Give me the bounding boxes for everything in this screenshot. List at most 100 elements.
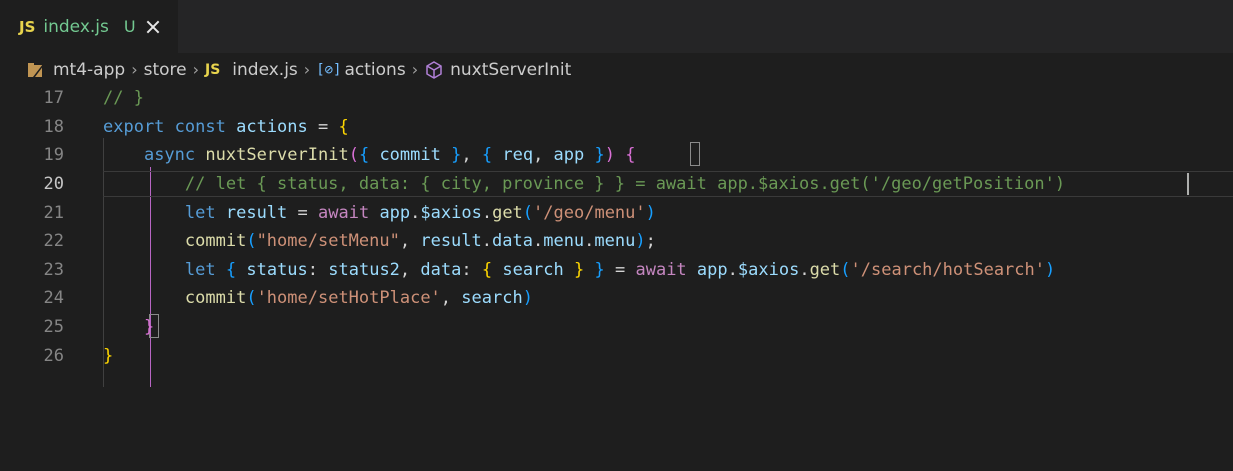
tab-index-js[interactable]: JS index.js U (0, 0, 178, 53)
line-number: 18 (43, 116, 64, 137)
code-token: menu (543, 231, 585, 252)
code-token: . (481, 202, 493, 223)
breadcrumb-item-actions[interactable]: actions (345, 60, 406, 80)
code-text: async nuxtServerInit({ commit }, { req, … (103, 145, 636, 165)
code-token: get (492, 202, 523, 223)
line-number: 26 (43, 345, 64, 366)
code-token: , (533, 145, 554, 166)
line-number: 20 (43, 174, 64, 195)
code-token: { (225, 259, 237, 280)
code-token: } (574, 259, 585, 280)
breadcrumb-item-store[interactable]: store (144, 60, 187, 80)
code-token: ( (840, 259, 851, 280)
code-token: menu (594, 231, 636, 252)
code-token: = (307, 116, 339, 137)
code-line[interactable]: 20 // let { status, data: { city, provin… (0, 170, 1233, 199)
code-token: data (492, 231, 533, 252)
code-text: } (103, 317, 154, 337)
code-token: app (696, 259, 728, 280)
code-line[interactable]: 24 commit('home/setHotPlace', search) (0, 284, 1233, 313)
code-token: . (584, 231, 595, 252)
code-token: } (594, 145, 605, 166)
code-line[interactable]: 18 export const actions = { (0, 113, 1233, 142)
code-token: . (532, 231, 544, 252)
code-line[interactable]: 26} (0, 341, 1233, 370)
code-line[interactable]: 17 // } (0, 84, 1233, 113)
tab-filename: index.js (43, 16, 109, 37)
code-token: '/search/hotSearch' (850, 259, 1045, 280)
code-token: 'home/setHotPlace' (256, 288, 441, 309)
code-token: result (420, 231, 482, 252)
chevron-right-icon: › (192, 60, 199, 79)
code-token: = (604, 259, 636, 280)
code-line[interactable]: 25 } (0, 313, 1233, 342)
code-text: // } (103, 88, 144, 108)
code-line[interactable]: 19 async nuxtServerInit({ commit }, { re… (0, 141, 1233, 170)
method-cube-icon (424, 60, 444, 80)
code-token: ) (522, 288, 533, 309)
code-line[interactable]: 22 commit("home/setMenu", result.data.me… (0, 227, 1233, 256)
line-number: 23 (43, 259, 64, 280)
code-token: app (553, 145, 585, 166)
code-line[interactable]: 23 let { status: status2, data: { search… (0, 256, 1233, 285)
code-token: ) (645, 202, 656, 223)
code-token: ( (246, 231, 257, 252)
code-token: ( (246, 288, 257, 309)
code-token: , (440, 288, 462, 309)
code-token: } (594, 259, 605, 280)
breadcrumb-item-file[interactable]: index.js (232, 60, 298, 80)
code-token: result (225, 202, 288, 223)
code-token: '/geo/menu' (533, 202, 646, 223)
breadcrumb-item-nuxtServerInit[interactable]: nuxtServerInit (450, 60, 571, 80)
code-token: await (318, 202, 370, 223)
code-token: $axios (420, 202, 482, 223)
line-number: 22 (43, 231, 64, 252)
code-token: . (481, 231, 493, 252)
breadcrumb: mt4-app › store › JS index.js › [⊘] acti… (0, 53, 1233, 86)
code-token: ) (635, 231, 646, 252)
code-token: commit (379, 145, 441, 166)
code-token: . (727, 259, 738, 280)
variable-symbol-icon: [⊘] (316, 61, 342, 78)
code-token: ) (604, 145, 616, 166)
code-token: ( (348, 145, 359, 166)
code-line[interactable]: 21 let result = await app.$axios.get('/g… (0, 198, 1233, 227)
code-token: } (143, 317, 155, 338)
code-token: { (338, 116, 349, 137)
code-token: app (379, 202, 411, 223)
close-icon[interactable] (146, 20, 160, 34)
code-editor[interactable]: 17// } 18 export const actions = {19 async… (0, 84, 1233, 471)
breadcrumb-item-mt4-app[interactable]: mt4-app (53, 60, 125, 80)
untracked-status-badge: U (123, 17, 136, 36)
code-text: } (103, 346, 113, 366)
chevron-right-icon: › (303, 60, 311, 79)
code-token: status (246, 259, 308, 280)
code-token: // } (103, 88, 144, 109)
line-number: 19 (43, 145, 64, 166)
code-token: nuxtServerInit (205, 145, 349, 166)
code-token: req (502, 145, 534, 166)
code-token: } (451, 145, 462, 166)
line-number: 21 (43, 202, 64, 223)
code-token: search (502, 259, 564, 280)
code-token: ; (645, 231, 656, 252)
code-token: async (143, 145, 196, 166)
code-token: get (809, 259, 841, 280)
code-text: // let { status, data: { city, province … (103, 174, 1065, 194)
